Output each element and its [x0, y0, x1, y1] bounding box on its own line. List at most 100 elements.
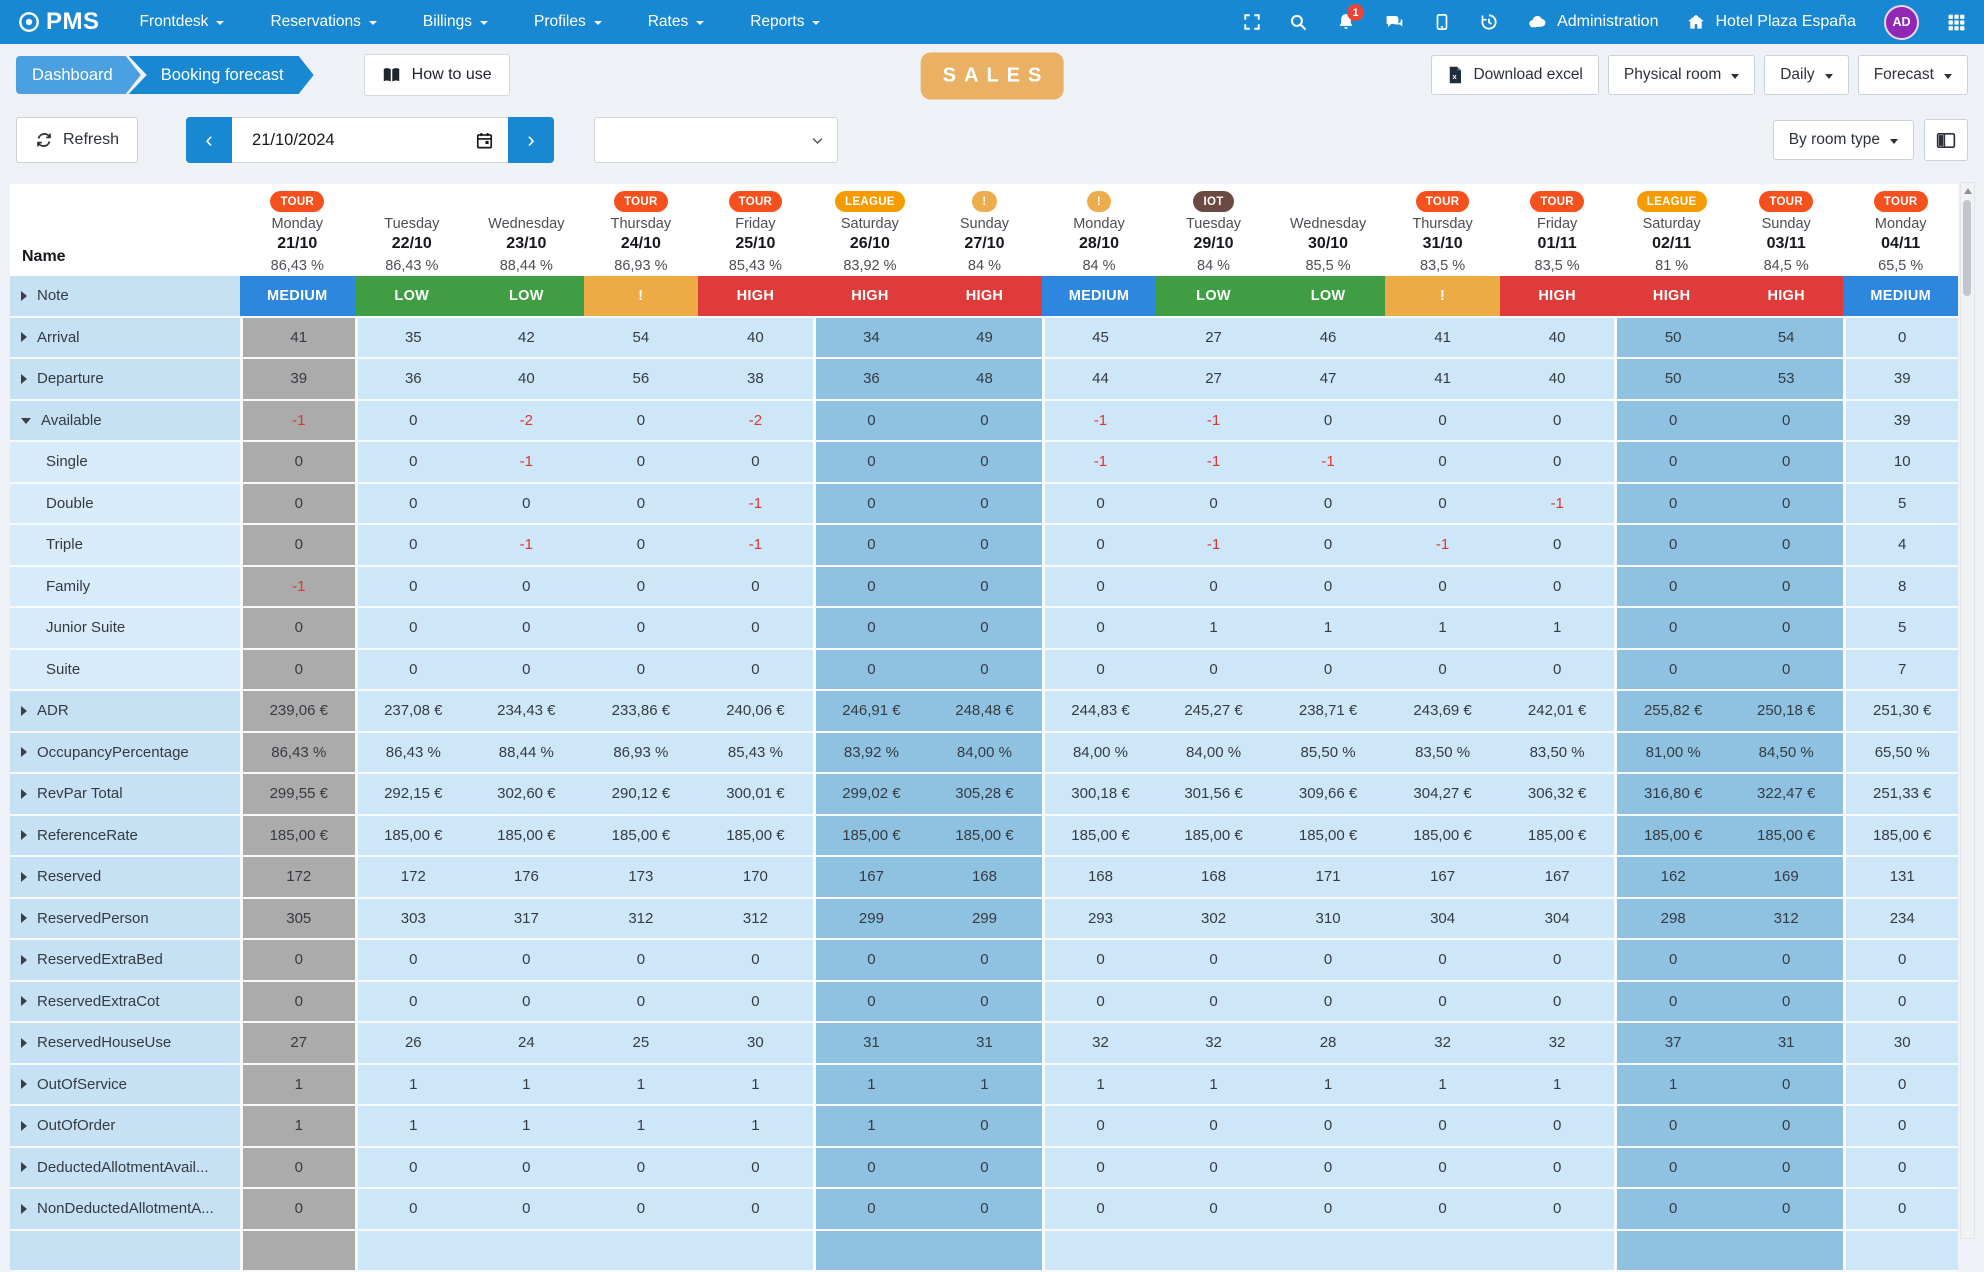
- chat-icon[interactable]: [1384, 12, 1405, 33]
- value-cell: 0: [1500, 567, 1615, 609]
- scrollbar-thumb[interactable]: [1963, 200, 1971, 296]
- column-header[interactable]: LEAGUESaturday26/1083,92 %: [813, 184, 928, 276]
- value-cell: 1: [698, 1106, 813, 1148]
- user-avatar[interactable]: AD: [1884, 5, 1919, 40]
- room-filter-select[interactable]: [594, 117, 838, 163]
- menu-billings[interactable]: Billings: [423, 13, 488, 31]
- value-cell: 298: [1614, 899, 1729, 941]
- menu-frontdesk[interactable]: Frontdesk: [140, 13, 225, 31]
- value-cell: 0: [584, 1189, 699, 1231]
- row-label-note[interactable]: Note: [10, 276, 240, 318]
- value-cell: 0: [1500, 1189, 1615, 1231]
- value-cell: 0: [927, 484, 1042, 526]
- menu-reports[interactable]: Reports: [750, 13, 820, 31]
- value-cell: 1: [469, 1106, 584, 1148]
- value-cell: 0: [1729, 442, 1844, 484]
- column-date: 25/10: [735, 234, 775, 254]
- row-label[interactable]: DeductedAllotmentAvail...: [10, 1148, 240, 1190]
- value-cell: 255,82 €: [1614, 691, 1729, 733]
- value-cell: 0: [240, 442, 355, 484]
- column-header[interactable]: TOURFriday01/1183,5 %: [1500, 184, 1615, 276]
- row-label-text: Triple: [46, 536, 83, 553]
- row-label[interactable]: OutOfService: [10, 1065, 240, 1107]
- refresh-button[interactable]: Refresh: [16, 117, 138, 163]
- history-icon[interactable]: [1479, 12, 1499, 32]
- value-cell: 168: [927, 857, 1042, 899]
- column-header[interactable]: TOURSunday03/1184,5 %: [1729, 184, 1844, 276]
- columns-layout-button[interactable]: [1924, 119, 1968, 161]
- download-excel-button[interactable]: x Download excel: [1431, 55, 1598, 95]
- value-cell: [927, 1231, 1042, 1272]
- row-label[interactable]: Arrival: [10, 318, 240, 360]
- mobile-device-icon[interactable]: [1433, 12, 1451, 32]
- row-label[interactable]: NonDeductedAllotmentA...: [10, 1189, 240, 1231]
- row-label[interactable]: Available: [10, 401, 240, 443]
- row-label[interactable]: OutOfOrder: [10, 1106, 240, 1148]
- row-label-text: NonDeductedAllotmentA...: [37, 1200, 214, 1217]
- by-room-type-dropdown[interactable]: By room type: [1773, 120, 1914, 160]
- row-label[interactable]: ReservedExtraCot: [10, 982, 240, 1024]
- column-header[interactable]: TOURMonday04/1165,5 %: [1843, 184, 1958, 276]
- column-header[interactable]: !Monday28/1084 %: [1042, 184, 1157, 276]
- daily-dropdown[interactable]: Daily: [1764, 55, 1848, 95]
- row-label[interactable]: RevPar Total: [10, 774, 240, 816]
- column-header[interactable]: TOURThursday24/1086,93 %: [584, 184, 699, 276]
- row-label[interactable]: Reserved: [10, 857, 240, 899]
- column-day-name: Friday: [1537, 215, 1577, 233]
- notifications-bell-icon[interactable]: 1: [1336, 12, 1356, 32]
- column-header[interactable]: ·Wednesday30/1085,5 %: [1271, 184, 1386, 276]
- row-label[interactable]: Departure: [10, 359, 240, 401]
- menu-profiles[interactable]: Profiles: [534, 13, 602, 31]
- forecast-dropdown[interactable]: Forecast: [1858, 55, 1968, 95]
- row-label[interactable]: ADR: [10, 691, 240, 733]
- value-cell: 170: [698, 857, 813, 899]
- column-header[interactable]: IOTTuesday29/1084 %: [1156, 184, 1271, 276]
- row-label-text: Departure: [37, 370, 104, 387]
- fullscreen-icon[interactable]: [1243, 13, 1261, 31]
- value-cell: 27: [1156, 359, 1271, 401]
- value-cell: [469, 1231, 584, 1272]
- hotel-home-link[interactable]: Hotel Plaza España: [1686, 12, 1856, 32]
- row-label[interactable]: ReferenceRate: [10, 816, 240, 858]
- breadcrumb-dashboard[interactable]: Dashboard: [16, 56, 141, 94]
- apps-grid-icon[interactable]: [1947, 13, 1966, 32]
- value-cell: 0: [1271, 1106, 1386, 1148]
- next-day-button[interactable]: ›: [508, 117, 554, 163]
- value-cell: 0: [1385, 442, 1500, 484]
- previous-day-button[interactable]: ‹: [186, 117, 232, 163]
- column-header[interactable]: TOURThursday31/1083,5 %: [1385, 184, 1500, 276]
- value-cell: 0: [1156, 1148, 1271, 1190]
- value-cell: 1: [1614, 1065, 1729, 1107]
- search-icon[interactable]: [1289, 13, 1308, 32]
- column-header[interactable]: ·Tuesday22/1086,43 %: [355, 184, 470, 276]
- column-header[interactable]: ·Wednesday23/1088,44 %: [469, 184, 584, 276]
- menu-rates[interactable]: Rates: [648, 13, 705, 31]
- column-header[interactable]: TOURFriday25/1085,43 %: [698, 184, 813, 276]
- row-label[interactable]: ReservedHouseUse: [10, 1023, 240, 1065]
- menu-reservations[interactable]: Reservations: [270, 13, 376, 31]
- value-cell: 1: [1385, 608, 1500, 650]
- value-cell: 35: [355, 318, 470, 360]
- row-label[interactable]: ReservedExtraBed: [10, 940, 240, 982]
- app-logo[interactable]: PMS: [18, 8, 100, 36]
- value-cell: 0: [1156, 1106, 1271, 1148]
- scroll-up-arrow[interactable]: [1964, 188, 1972, 194]
- value-cell: 0: [355, 940, 470, 982]
- how-to-use-button[interactable]: How to use: [364, 54, 510, 96]
- column-header[interactable]: !Sunday27/1084 %: [927, 184, 1042, 276]
- administration-link[interactable]: Administration: [1527, 12, 1658, 33]
- value-cell: 0: [1271, 567, 1386, 609]
- note-cell: HIGH: [1614, 276, 1729, 318]
- value-cell: 0: [1729, 982, 1844, 1024]
- row-label[interactable]: ReservedPerson: [10, 899, 240, 941]
- value-cell: 304: [1385, 899, 1500, 941]
- vertical-scrollbar[interactable]: [1960, 182, 1975, 1239]
- column-header[interactable]: LEAGUESaturday02/1181 %: [1614, 184, 1729, 276]
- physical-room-dropdown[interactable]: Physical room: [1608, 55, 1755, 95]
- value-cell: 0: [1271, 484, 1386, 526]
- column-occupancy: 86,93 %: [614, 258, 667, 274]
- date-input[interactable]: 21/10/2024: [232, 117, 508, 163]
- row-label[interactable]: OccupancyPercentage: [10, 733, 240, 775]
- calendar-icon[interactable]: [475, 131, 494, 150]
- column-header[interactable]: TOURMonday21/1086,43 %: [240, 184, 355, 276]
